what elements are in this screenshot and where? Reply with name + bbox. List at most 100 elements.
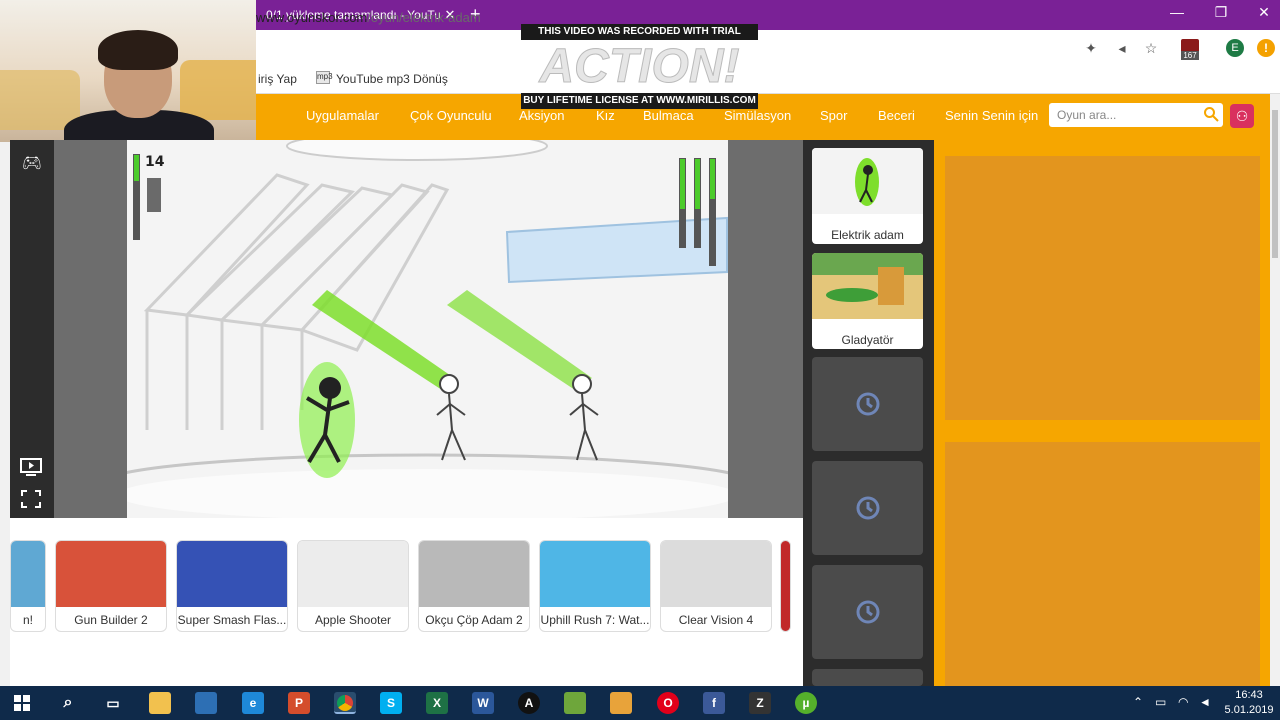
- search-box[interactable]: Oyun ara...: [1049, 103, 1223, 127]
- webcam-pillow: [180, 60, 256, 120]
- nav-item-girl[interactable]: Kız: [596, 108, 615, 123]
- clock-time: 16:43: [1235, 689, 1263, 701]
- search-placeholder: Oyun ara...: [1057, 108, 1117, 122]
- bookmark-login[interactable]: iriş Yap: [258, 72, 297, 86]
- nav-item-sport[interactable]: Spor: [820, 108, 847, 123]
- file-explorer-icon[interactable]: [149, 692, 171, 714]
- close-window-button[interactable]: ✕: [1249, 4, 1279, 21]
- url-field[interactable]: www.oyunskor.com/oyun/elektrik-adam: [256, 10, 481, 25]
- facebook-icon[interactable]: f: [703, 692, 725, 714]
- game-thumbnail: [661, 541, 771, 607]
- related-game-card-partial[interactable]: [780, 540, 791, 632]
- extension-icon[interactable]: ◂: [1113, 39, 1131, 57]
- wifi-icon[interactable]: ◠: [1178, 695, 1188, 709]
- bookmark-star-icon[interactable]: ☆: [1142, 39, 1160, 57]
- utorrent-icon[interactable]: µ: [795, 692, 817, 714]
- search-icon[interactable]: [1203, 106, 1219, 122]
- webcam-overlay: [0, 0, 256, 142]
- nav-item-for-you-label: Senin için: [981, 108, 1039, 123]
- sidebar-game-card[interactable]: Elektrik adam: [812, 148, 923, 244]
- related-game-label: Okçu Çöp Adam 2: [425, 613, 523, 627]
- nav-item-for-you[interactable]: Senin Senin için: [945, 108, 1038, 123]
- history-icon: [856, 496, 880, 520]
- recording-watermark: THIS VIDEO WAS RECORDED WITH TRIAL VERSI…: [521, 24, 758, 110]
- related-game-label: n!: [22, 613, 33, 627]
- scrollbar-thumb[interactable]: [1272, 110, 1278, 258]
- powerpoint-icon[interactable]: P: [288, 692, 310, 714]
- related-game-label: Super Smash Flas...: [177, 613, 287, 627]
- related-game-card[interactable]: Gun Builder 2: [55, 540, 167, 632]
- recent-game-slot[interactable]: [812, 461, 923, 555]
- sidebar-game-card[interactable]: Gladyatör: [812, 253, 923, 349]
- nav-item-for-you-prefix: Senin: [945, 108, 982, 123]
- related-game-card[interactable]: Uphill Rush 7: Wat...: [539, 540, 651, 632]
- clock-date: 5.01.2019: [1224, 704, 1274, 716]
- related-game-label: Uphill Rush 7: Wat...: [540, 613, 650, 627]
- history-icon: [856, 600, 880, 624]
- profile-avatar[interactable]: E: [1226, 39, 1244, 57]
- url-domain: www.oyunskor.com: [256, 10, 368, 25]
- ad-slot[interactable]: [945, 442, 1260, 686]
- game-thumbnail: [298, 541, 408, 607]
- game-thumbnail: [177, 541, 287, 607]
- search-icon[interactable]: ⌕: [57, 692, 79, 714]
- chrome-icon[interactable]: [334, 692, 356, 714]
- related-game-label: Clear Vision 4: [678, 613, 754, 627]
- tray-chevron-icon[interactable]: ⌃: [1133, 695, 1143, 709]
- game-thumbnail: [56, 541, 166, 607]
- nav-item-action[interactable]: Aksiyon: [519, 108, 565, 123]
- opera-icon[interactable]: O: [657, 692, 679, 714]
- gamepad-icon[interactable]: ⚇: [1230, 104, 1254, 128]
- volume-icon[interactable]: ◄: [1199, 695, 1211, 709]
- history-icon: [856, 392, 880, 416]
- task-view-icon[interactable]: ▭: [102, 692, 124, 714]
- app-z-icon[interactable]: Z: [749, 692, 771, 714]
- nav-item-multiplayer[interactable]: Çok Oyunculu: [410, 108, 492, 123]
- minimize-button[interactable]: —: [1162, 4, 1192, 20]
- sidebar-game-label: Gladyatör: [841, 333, 894, 347]
- webcam-person-hair: [98, 30, 178, 70]
- nav-item-apps[interactable]: Uygulamalar: [306, 108, 379, 123]
- recent-game-slot[interactable]: [812, 357, 923, 451]
- extension-puzzle-icon[interactable]: ✦: [1082, 39, 1100, 57]
- recent-game-slot[interactable]: [812, 669, 923, 686]
- related-game-card[interactable]: Okçu Çöp Adam 2: [418, 540, 530, 632]
- related-game-card[interactable]: n!: [10, 540, 46, 632]
- windows-start-icon[interactable]: [14, 695, 30, 711]
- related-game-card[interactable]: Apple Shooter: [297, 540, 409, 632]
- url-path: /oyun/elektrik-adam: [367, 10, 481, 25]
- fullscreen-icon[interactable]: [21, 490, 41, 508]
- theater-mode-icon[interactable]: [20, 458, 42, 476]
- restore-button[interactable]: ❐: [1206, 4, 1236, 21]
- store-icon[interactable]: [195, 692, 217, 714]
- webcam-pillow: [0, 70, 80, 130]
- game-canvas[interactable]: [127, 140, 728, 518]
- nav-item-puzzle[interactable]: Bulmaca: [643, 108, 694, 123]
- related-game-label: Gun Builder 2: [74, 613, 148, 627]
- internet-explorer-icon[interactable]: e: [242, 692, 264, 714]
- taskbar-clock[interactable]: 16:43 5.01.2019: [1222, 688, 1276, 718]
- ad-slot[interactable]: [945, 156, 1260, 420]
- extension-badge-icon[interactable]: 167: [1181, 39, 1199, 60]
- related-game-card[interactable]: Super Smash Flas...: [176, 540, 288, 632]
- game-scene: [127, 140, 728, 518]
- tray-network-adapter-icon[interactable]: ▭: [1155, 695, 1166, 709]
- nav-item-skill[interactable]: Beceri: [878, 108, 915, 123]
- extension-badge-count: 167: [1181, 51, 1199, 60]
- related-game-card[interactable]: Clear Vision 4: [660, 540, 772, 632]
- watermark-top-text: THIS VIDEO WAS RECORDED WITH TRIAL VERSI…: [521, 24, 758, 53]
- nav-item-simulation[interactable]: Simülasyon: [724, 108, 791, 123]
- minecraft-icon[interactable]: [564, 692, 586, 714]
- gamepad-icon[interactable]: 🎮︎: [20, 153, 44, 173]
- game-thumbnail: [812, 253, 923, 319]
- watermark-logo: ACTION!: [539, 40, 740, 94]
- action-recorder-icon[interactable]: A: [518, 692, 540, 714]
- excel-icon[interactable]: X: [426, 692, 448, 714]
- bookmark-youtube-mp3[interactable]: YouTube mp3 Dönüş: [336, 72, 448, 86]
- game-thumbnail: [812, 148, 923, 214]
- skype-icon[interactable]: S: [380, 692, 402, 714]
- word-icon[interactable]: W: [472, 692, 494, 714]
- game-app-icon[interactable]: [610, 692, 632, 714]
- recent-game-slot[interactable]: [812, 565, 923, 659]
- alert-icon[interactable]: !: [1257, 39, 1275, 57]
